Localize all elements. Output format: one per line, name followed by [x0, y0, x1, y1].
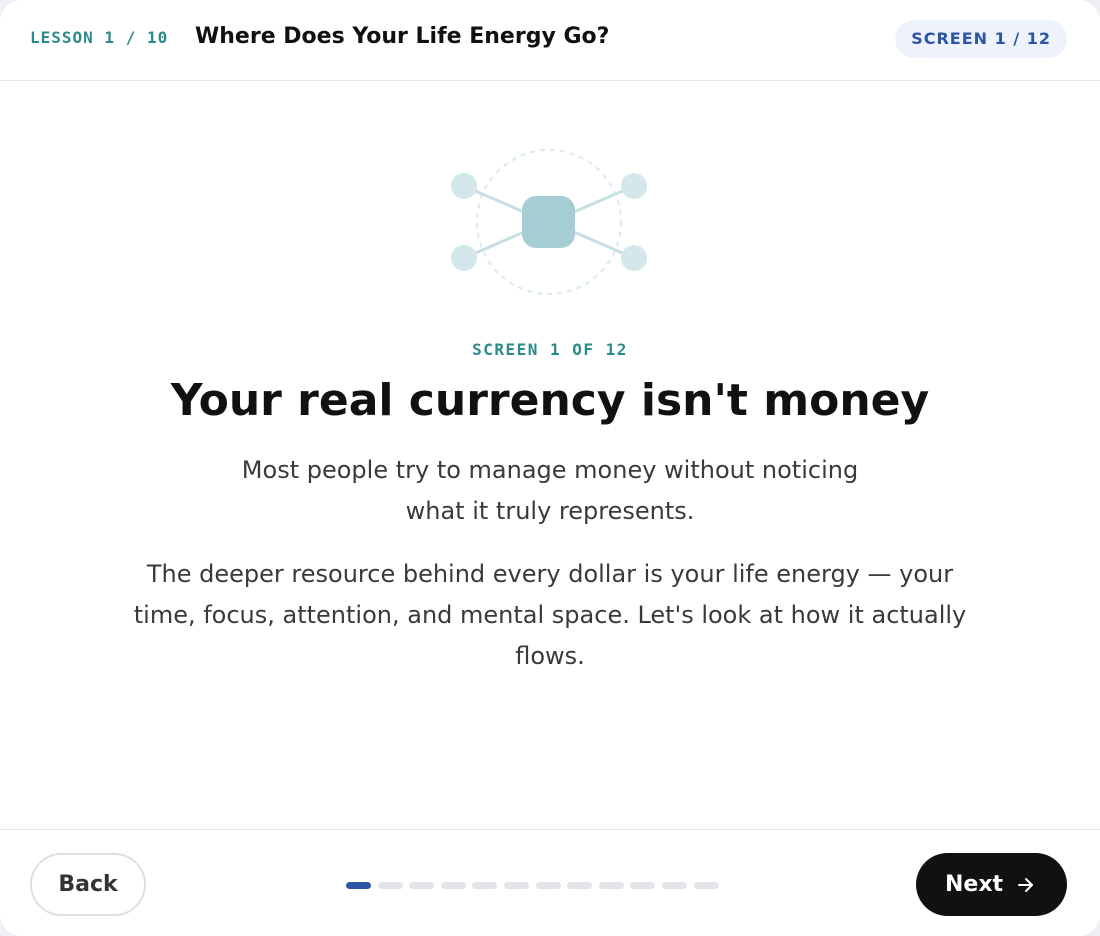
progress-segment — [472, 882, 497, 889]
lesson-header: LESSON 1 / 10 Where Does Your Life Energ… — [0, 0, 1100, 81]
progress-segment — [662, 882, 687, 889]
progress-segment — [409, 882, 434, 889]
screen-badge: SCREEN 1 / 12 — [895, 20, 1067, 58]
arrow-right-icon — [1018, 878, 1033, 892]
lesson-footer: Back Next — [0, 829, 1100, 936]
progress-segment — [378, 882, 403, 889]
intro-paragraph-text: Most people try to manage money without … — [241, 456, 859, 525]
progress-segment — [536, 882, 561, 889]
screen-eyebrow: SCREEN 1 OF 12 — [472, 340, 628, 359]
progress-segment — [630, 882, 655, 889]
screen-headline: Your real currency isn't money — [170, 375, 930, 426]
next-button-label: Next — [945, 872, 1004, 897]
network-hub-icon — [448, 148, 650, 296]
body-paragraph-text: The deeper resource behind every dollar … — [133, 560, 967, 670]
intro-paragraph: Most people try to manage money without … — [120, 450, 980, 532]
progress-segment — [694, 882, 719, 889]
progress-segment — [599, 882, 624, 889]
body-paragraph: The deeper resource behind every dollar … — [120, 554, 980, 677]
next-button[interactable]: Next — [916, 853, 1067, 916]
progress-segment — [441, 882, 466, 889]
lesson-card: LESSON 1 / 10 Where Does Your Life Energ… — [0, 0, 1100, 936]
progress-indicator — [346, 882, 726, 889]
progress-segment — [504, 882, 529, 889]
progress-segment — [346, 882, 371, 889]
progress-segment — [567, 882, 592, 889]
lesson-title: Where Does Your Life Energy Go? — [195, 24, 610, 49]
back-button[interactable]: Back — [30, 853, 146, 916]
lesson-counter: LESSON 1 / 10 — [30, 28, 169, 47]
